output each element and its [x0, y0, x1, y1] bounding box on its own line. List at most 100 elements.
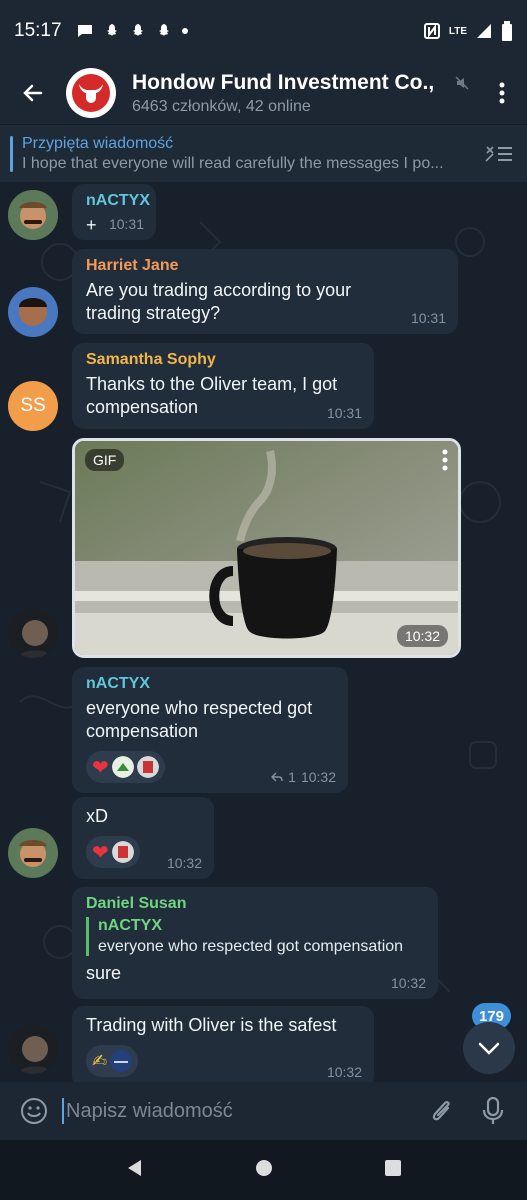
message-time: 1 10:32 — [271, 769, 336, 785]
sender-name: Samantha Sophy — [86, 351, 216, 368]
reactor-avatar — [111, 756, 134, 778]
scroll-down-button[interactable] — [463, 1022, 515, 1074]
microphone-icon — [482, 1096, 504, 1124]
pinned-title: Przypięta wiadomość — [22, 134, 174, 152]
gif-image — [75, 441, 458, 655]
chat-subtitle: 6463 członków, 42 online — [132, 97, 311, 115]
chat-header: Hondow Fund Investment Co., 6463 członkó… — [0, 62, 527, 124]
avatar[interactable] — [8, 287, 58, 337]
message-bubble[interactable]: nACTYX everyone who respected got compen… — [72, 667, 348, 793]
square-recents-icon — [384, 1159, 401, 1176]
more-options-button[interactable] — [477, 62, 527, 124]
message-bubble[interactable]: nACTYX + 10:31 — [72, 184, 156, 240]
reactions: ✍ — [86, 1045, 360, 1077]
gif-message[interactable]: GIF 10:32 — [72, 438, 461, 658]
message-bubble[interactable]: Harriet Jane Are you trading according t… — [72, 249, 458, 334]
triangle-back-icon — [127, 1159, 141, 1176]
message-text: xD — [86, 806, 108, 826]
message-time: 10:31 — [410, 310, 446, 326]
emoji-icon — [21, 1098, 47, 1124]
gif-badge: GIF — [85, 449, 125, 471]
sender-name: nACTYX — [86, 675, 150, 692]
message-text: everyone who respected got compensation — [86, 698, 313, 741]
status-bar: 15:17 LTE — [0, 0, 527, 62]
muted-icon — [447, 76, 477, 90]
reply-count: 1 — [288, 769, 296, 785]
reply-quote[interactable]: nACTYX everyone who respected got compen… — [86, 917, 424, 956]
more-vertical-icon — [499, 82, 505, 104]
message-bubble[interactable]: Samantha Sophy Thanks to the Oliver team… — [72, 343, 374, 429]
avatar[interactable] — [8, 190, 58, 240]
message-composer: Napisz wiadomość — [0, 1082, 527, 1140]
message-time: 10:31 — [108, 216, 144, 232]
message-input[interactable]: Napisz wiadomość — [56, 1098, 411, 1124]
reply-sender: nACTYX — [98, 917, 162, 934]
chat-info[interactable]: Hondow Fund Investment Co., 6463 członkó… — [132, 71, 447, 116]
message-bubble[interactable]: Trading with Oliver is the safest ✍ 10:3… — [72, 1006, 374, 1082]
message-time: 10:32 — [396, 625, 448, 647]
network-type: LTE — [448, 25, 467, 37]
attach-button[interactable] — [419, 1089, 463, 1133]
heart-icon: ❤ — [92, 841, 109, 864]
avatar-initials: SS — [20, 395, 46, 416]
sender-name: Daniel Susan — [86, 895, 187, 912]
notification-icons — [76, 22, 190, 40]
message-input-placeholder: Napisz wiadomość — [66, 1099, 233, 1122]
writing-hand-icon: ✍ — [92, 1050, 108, 1071]
message-list[interactable]: nACTYX + 10:31 Harriet Jane Are you trad… — [0, 182, 527, 1082]
reactor-avatar — [136, 756, 159, 778]
bull-logo-icon — [72, 74, 110, 112]
message-time: 10:31 — [326, 405, 362, 421]
sender-name: Harriet Jane — [86, 257, 179, 274]
avatar[interactable]: SS — [8, 381, 58, 431]
pin-list-icon — [485, 145, 512, 162]
reply-text: everyone who respected got compensation — [98, 938, 404, 955]
status-time: 15:17 — [14, 20, 62, 41]
snapchat-icon — [158, 24, 169, 36]
message-text: Trading with Oliver is the safest — [86, 1015, 337, 1035]
reaction-heart[interactable]: ❤ — [86, 751, 165, 783]
avatar[interactable] — [8, 828, 58, 878]
message-text: sure — [86, 963, 122, 983]
snapchat-icon — [132, 24, 143, 36]
avatar[interactable] — [8, 1024, 58, 1074]
reaction-heart[interactable]: ❤ — [86, 836, 140, 868]
emoji-button[interactable] — [12, 1089, 56, 1133]
text-caret — [62, 1098, 64, 1124]
message-text: Thanks to the Oliver team, I got compens… — [86, 374, 338, 417]
pinned-message-bar[interactable]: Przypięta wiadomość I hope that everyone… — [0, 124, 527, 182]
reactor-avatar — [110, 1050, 133, 1072]
gif-menu-button[interactable] — [442, 449, 448, 476]
chevron-down-icon — [478, 1042, 500, 1055]
circle-home-icon — [255, 1159, 272, 1176]
message-bubble[interactable]: Daniel Susan nACTYX everyone who respect… — [72, 887, 438, 999]
reaction-writing-hand[interactable]: ✍ — [86, 1045, 139, 1077]
snapchat-icon — [106, 24, 117, 36]
chat-bubble-icon — [77, 25, 92, 37]
pinned-text: I hope that everyone will read carefully… — [22, 154, 444, 172]
avatar[interactable] — [8, 608, 58, 658]
nfc-icon — [423, 23, 440, 39]
more-vertical-icon — [442, 449, 448, 471]
group-avatar[interactable] — [66, 68, 116, 118]
paperclip-icon — [432, 1101, 450, 1121]
message-time: 10:32 — [390, 975, 426, 991]
signal-icon — [477, 24, 491, 38]
nav-home-button[interactable] — [254, 1158, 274, 1183]
pinned-list-button[interactable] — [471, 143, 527, 165]
heart-icon: ❤ — [92, 756, 109, 779]
dot-icon — [181, 28, 188, 34]
sender-name: nACTYX — [86, 192, 150, 209]
nav-recents-button[interactable] — [383, 1158, 403, 1183]
reactor-avatar — [111, 841, 134, 863]
message-time: 10:32 — [326, 1064, 362, 1080]
chat-title: Hondow Fund Investment Co., — [132, 70, 435, 94]
voice-record-button[interactable] — [471, 1089, 515, 1133]
back-button[interactable] — [0, 62, 66, 124]
system-icons: LTE — [423, 21, 513, 41]
reply-arrow-icon — [271, 772, 283, 782]
nav-back-button[interactable] — [125, 1158, 145, 1183]
battery-icon — [502, 21, 512, 41]
message-text: Are you trading according to your tradin… — [86, 280, 352, 323]
message-bubble[interactable]: xD ❤ 10:32 — [72, 797, 214, 879]
